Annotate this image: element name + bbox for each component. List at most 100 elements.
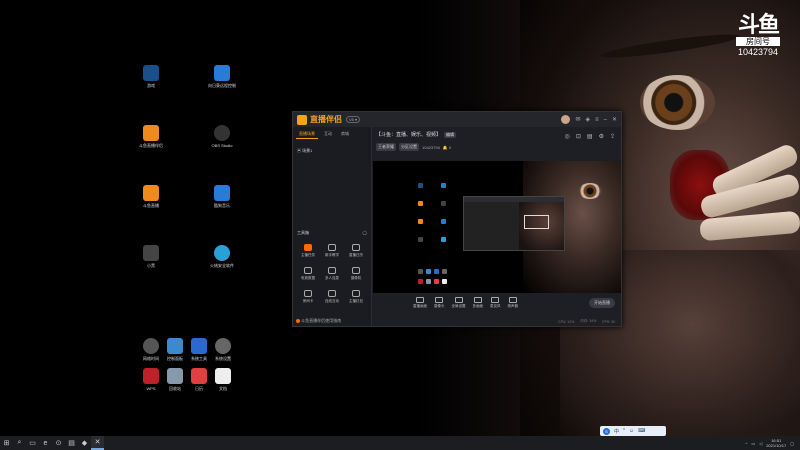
desktop-icon-kugou[interactable]: 酷狗音乐 bbox=[200, 185, 244, 208]
layout-icon[interactable]: ▤ bbox=[587, 133, 593, 140]
room-number: 10423794 bbox=[737, 47, 779, 57]
sogou-icon[interactable]: S bbox=[603, 427, 610, 435]
tool-link[interactable]: 连线互动 bbox=[320, 290, 344, 304]
message-icon[interactable]: ✉ bbox=[575, 116, 580, 123]
desktop-icon-settings[interactable]: 系统设置 bbox=[201, 338, 245, 361]
desktop-icon-obs[interactable]: OBS Studio bbox=[200, 125, 244, 148]
desktop-icon-document[interactable]: 文档 bbox=[201, 368, 245, 391]
lock-icon[interactable]: ⊡ bbox=[576, 133, 581, 140]
ime-toolbar[interactable]: S 中 ° ☺ ⌨ bbox=[600, 426, 666, 436]
desktop-icon-douyu-live[interactable]: 斗鱼直播 bbox=[129, 185, 173, 208]
avatar[interactable] bbox=[561, 115, 571, 124]
tool-room-card[interactable]: 房间卡 bbox=[296, 290, 320, 304]
status-bar: CPU: 12% 内存: 34% FPS: 30 bbox=[373, 317, 621, 326]
date: 2021/10/17 bbox=[766, 443, 787, 448]
watermark-sub: 房间号 bbox=[736, 37, 780, 46]
edit-title-button[interactable]: 编辑 bbox=[444, 131, 457, 138]
esports-icon bbox=[304, 267, 312, 274]
scene-button[interactable]: 直播画面 bbox=[413, 297, 427, 309]
tool-camera[interactable]: 摄像机 bbox=[344, 267, 368, 281]
speaker-icon bbox=[508, 297, 517, 303]
settings-icon[interactable]: ⚙ bbox=[599, 133, 604, 140]
share-icon[interactable]: ⇪ bbox=[610, 133, 615, 140]
search-icon[interactable]: ⌕ bbox=[13, 436, 26, 450]
douyu-watermark: 斗鱼 房间号 10423794 bbox=[728, 14, 788, 57]
toolbox-title: 工具箱 bbox=[297, 230, 309, 235]
edge-icon bbox=[214, 245, 230, 261]
camera-icon[interactable]: ◎ bbox=[565, 133, 570, 140]
gift-icon[interactable]: ◈ bbox=[585, 116, 590, 123]
chevron-up-icon[interactable]: ^ bbox=[745, 441, 747, 446]
steam-icon bbox=[143, 65, 159, 81]
clock[interactable]: 16:51 2021/10/17 bbox=[766, 438, 786, 448]
app-brand: 直播伴侣 bbox=[310, 115, 342, 124]
webcam-icon bbox=[435, 297, 444, 303]
ime-keyboard[interactable]: ⌨ bbox=[638, 428, 645, 434]
camera-icon bbox=[352, 267, 360, 274]
toolbox-more-icon[interactable]: ◯ bbox=[363, 230, 367, 236]
category-settings-chip[interactable]: 分区设置 bbox=[399, 143, 419, 151]
network-icon[interactable]: ▭ bbox=[751, 441, 755, 446]
tutorial-icon bbox=[328, 244, 336, 251]
close-icon[interactable]: ✕ bbox=[612, 116, 617, 123]
tool-tutorial[interactable]: 新手教学 bbox=[320, 244, 344, 258]
start-live-button[interactable]: 开始直播 bbox=[589, 298, 615, 308]
window-icon bbox=[473, 297, 482, 303]
app-titlebar[interactable]: 直播伴侣 V5 ▾ ✉ ◈ ≡ – ✕ bbox=[293, 112, 621, 127]
global-settings-button[interactable]: 全局设置 bbox=[452, 297, 466, 309]
tool-calendar[interactable]: 直播日历 bbox=[344, 244, 368, 258]
douyu-assistant-window[interactable]: 直播伴侣 V5 ▾ ✉ ◈ ≡ – ✕ 直播场景 互动 商城 ▣ 场景1 工具箱… bbox=[292, 111, 622, 327]
minimize-icon[interactable]: – bbox=[604, 117, 607, 123]
tab-scene[interactable]: 直播场景 bbox=[296, 130, 318, 139]
task-view-icon[interactable]: ▭ bbox=[26, 436, 39, 450]
desktop-icon-sunlogin[interactable]: 向日葵远程控制 bbox=[200, 65, 244, 88]
memory-status: 内存: 34% bbox=[580, 319, 597, 323]
ime-punct[interactable]: ° bbox=[623, 428, 625, 434]
edge-taskbar-icon[interactable]: e bbox=[39, 436, 52, 450]
tab-store[interactable]: 商城 bbox=[338, 130, 352, 139]
ime-emoji[interactable]: ☺ bbox=[629, 428, 634, 434]
live-preview[interactable] bbox=[373, 161, 621, 293]
menu-icon[interactable]: ≡ bbox=[595, 117, 599, 123]
ime-mode[interactable]: 中 bbox=[614, 428, 619, 435]
system-tray: ^ ▭ ◁ 16:51 2021/10/17 ▢ bbox=[745, 438, 800, 448]
version-badge[interactable]: V5 ▾ bbox=[346, 116, 361, 123]
explorer-taskbar-icon[interactable]: ▤ bbox=[65, 436, 78, 450]
guide-link[interactable]: 斗鱼直播伴侣使用指南 bbox=[296, 318, 341, 324]
start-button[interactable]: ⊞ bbox=[0, 436, 13, 450]
desktop-icon-edge[interactable]: 火绒安全软件 bbox=[200, 245, 244, 268]
document-icon bbox=[215, 368, 231, 384]
room-card-icon bbox=[304, 290, 312, 297]
desktop-icon-game-tool[interactable]: 小黑 bbox=[129, 245, 173, 268]
chrome-taskbar-icon[interactable]: ⊙ bbox=[52, 436, 65, 450]
tool-esports[interactable]: 电竞数据 bbox=[296, 267, 320, 281]
notification-icon[interactable]: ▢ bbox=[790, 441, 794, 446]
stream-title: 【斗鱼：直播、娱乐、视频】 bbox=[376, 132, 442, 138]
microphone-button[interactable]: 麦克风 bbox=[490, 297, 501, 309]
tool-multi-mic[interactable]: 多人连麦 bbox=[320, 267, 344, 281]
calendar-icon bbox=[352, 244, 360, 251]
category-chip[interactable]: 王者荣耀 bbox=[376, 143, 396, 151]
monitor-icon bbox=[416, 297, 424, 303]
camera-button[interactable]: 摄像头 bbox=[434, 297, 445, 309]
microphone-icon bbox=[491, 297, 500, 303]
desktop-icon-steam[interactable]: 游戏 bbox=[129, 65, 173, 88]
douyu-taskbar-icon[interactable]: ✕ bbox=[91, 436, 104, 450]
tool-task[interactable]: 主播任务 bbox=[296, 244, 320, 258]
speaker-button[interactable]: 扬声器 bbox=[508, 297, 518, 309]
volume-icon[interactable]: ◁ bbox=[759, 441, 762, 446]
steam-taskbar-icon[interactable]: ◆ bbox=[78, 436, 91, 450]
scene-item[interactable]: ▣ 场景1 bbox=[293, 142, 371, 160]
tab-interact[interactable]: 互动 bbox=[321, 130, 335, 139]
tool-red-packet[interactable]: 主播红包 bbox=[344, 290, 368, 304]
game-tool-icon bbox=[143, 245, 159, 261]
link-icon bbox=[328, 290, 336, 297]
obs-icon bbox=[214, 125, 230, 141]
room-id: 10423794 bbox=[422, 144, 440, 150]
douyu-live-icon bbox=[143, 185, 159, 201]
multi-view-button[interactable]: 多画面 bbox=[473, 297, 483, 309]
douyu-assistant-icon bbox=[143, 125, 159, 141]
kugou-icon bbox=[214, 185, 230, 201]
desktop-icon-douyu-assistant[interactable]: 斗鱼直播伴侣 bbox=[129, 125, 173, 148]
douyu-logo: 斗鱼 bbox=[737, 12, 780, 37]
